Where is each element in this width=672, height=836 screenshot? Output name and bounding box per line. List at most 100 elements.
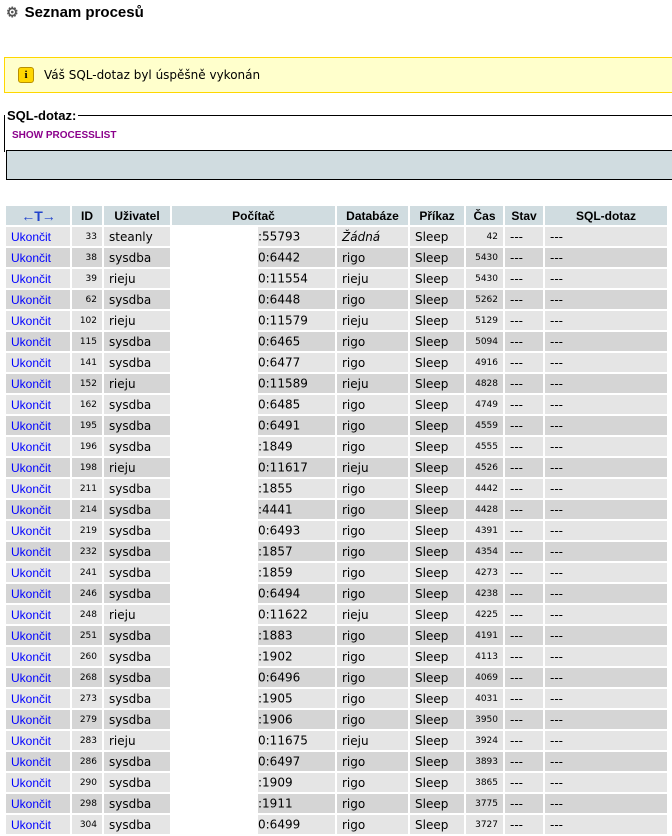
kill-link[interactable]: Ukončit xyxy=(6,773,70,792)
host-port: :1883 xyxy=(258,628,293,643)
kill-link[interactable]: Ukončit xyxy=(6,689,70,708)
process-id: 141 xyxy=(72,353,102,372)
kill-link[interactable]: Ukončit xyxy=(6,269,70,288)
kill-link[interactable]: Ukončit xyxy=(6,542,70,561)
process-host: :1883 xyxy=(172,626,335,645)
kill-link[interactable]: Ukončit xyxy=(6,647,70,666)
process-time: 3775 xyxy=(466,794,503,813)
process-command: Sleep xyxy=(410,563,464,582)
kill-link[interactable]: Ukončit xyxy=(6,458,70,477)
process-command: Sleep xyxy=(410,332,464,351)
process-user: sysdba xyxy=(104,626,170,645)
sql-query-text: SHOW PROCESSLIST xyxy=(12,130,117,141)
process-id: 115 xyxy=(72,332,102,351)
kill-link[interactable]: Ukončit xyxy=(6,731,70,750)
process-state: --- xyxy=(505,668,543,687)
process-db: rigo xyxy=(337,752,408,771)
process-user: sysdba xyxy=(104,563,170,582)
process-time: 4225 xyxy=(466,605,503,624)
redacted-host xyxy=(172,794,258,813)
process-command: Sleep xyxy=(410,353,464,372)
kill-link[interactable]: Ukončit xyxy=(6,521,70,540)
process-command: Sleep xyxy=(410,668,464,687)
kill-link[interactable]: Ukončit xyxy=(6,437,70,456)
host-port: 0:6491 xyxy=(258,418,301,433)
process-state: --- xyxy=(505,437,543,456)
process-user: sysdba xyxy=(104,710,170,729)
process-state: --- xyxy=(505,584,543,603)
process-user: sysdba xyxy=(104,521,170,540)
process-state: --- xyxy=(505,647,543,666)
column-time[interactable]: Čas xyxy=(466,206,503,225)
kill-link[interactable]: Ukončit xyxy=(6,626,70,645)
kill-link[interactable]: Ukončit xyxy=(6,605,70,624)
column-host[interactable]: Počítač xyxy=(172,206,335,225)
host-port: 0:6494 xyxy=(258,586,301,601)
process-time: 5430 xyxy=(466,269,503,288)
process-state: --- xyxy=(505,248,543,267)
redacted-host xyxy=(172,752,258,771)
process-user: rieju xyxy=(104,731,170,750)
page-title-text: Seznam procesů xyxy=(24,3,144,21)
column-user[interactable]: Uživatel xyxy=(104,206,170,225)
process-user: rieju xyxy=(104,311,170,330)
process-state: --- xyxy=(505,542,543,561)
host-port: :1855 xyxy=(258,481,293,496)
redacted-host xyxy=(172,542,258,561)
process-user: sysdba xyxy=(104,647,170,666)
kill-link[interactable]: Ukončit xyxy=(6,227,70,246)
process-command: Sleep xyxy=(410,773,464,792)
kill-link[interactable]: Ukončit xyxy=(6,563,70,582)
kill-link[interactable]: Ukončit xyxy=(6,500,70,519)
kill-link[interactable]: Ukončit xyxy=(6,584,70,603)
process-id: 62 xyxy=(72,290,102,309)
process-info: --- xyxy=(545,458,667,477)
process-db: rigo xyxy=(337,395,408,414)
kill-link[interactable]: Ukončit xyxy=(6,395,70,414)
process-host: 0:6477 xyxy=(172,353,335,372)
kill-link[interactable]: Ukončit xyxy=(6,668,70,687)
column-id[interactable]: ID xyxy=(72,206,102,225)
column-arrows[interactable]: ←T→ xyxy=(6,206,70,225)
process-user: sysdba xyxy=(104,248,170,267)
process-command: Sleep xyxy=(410,710,464,729)
process-time: 42 xyxy=(466,227,503,246)
process-db: rigo xyxy=(337,710,408,729)
kill-link[interactable]: Ukončit xyxy=(6,353,70,372)
column-command[interactable]: Příkaz xyxy=(410,206,464,225)
kill-link[interactable]: Ukončit xyxy=(6,416,70,435)
process-db: rigo xyxy=(337,668,408,687)
column-info[interactable]: SQL-dotaz xyxy=(545,206,667,225)
host-port: 0:6477 xyxy=(258,355,301,370)
process-state: --- xyxy=(505,731,543,750)
process-info: --- xyxy=(545,290,667,309)
process-host: 0:6485 xyxy=(172,395,335,414)
kill-link[interactable]: Ukončit xyxy=(6,752,70,771)
process-user: sysdba xyxy=(104,416,170,435)
process-db: rigo xyxy=(337,794,408,813)
column-state[interactable]: Stav xyxy=(505,206,543,225)
host-port: :1849 xyxy=(258,439,293,454)
process-id: 39 xyxy=(72,269,102,288)
process-state: --- xyxy=(505,521,543,540)
process-id: 152 xyxy=(72,374,102,393)
column-db[interactable]: Databáze xyxy=(337,206,408,225)
host-port: 0:6485 xyxy=(258,397,301,412)
kill-link[interactable]: Ukončit xyxy=(6,374,70,393)
kill-link[interactable]: Ukončit xyxy=(6,815,70,834)
kill-link[interactable]: Ukončit xyxy=(6,311,70,330)
kill-link[interactable]: Ukončit xyxy=(6,290,70,309)
process-info: --- xyxy=(545,668,667,687)
kill-link[interactable]: Ukončit xyxy=(6,794,70,813)
redacted-host xyxy=(172,353,258,372)
process-command: Sleep xyxy=(410,542,464,561)
kill-link[interactable]: Ukončit xyxy=(6,479,70,498)
process-state: --- xyxy=(505,458,543,477)
process-state: --- xyxy=(505,269,543,288)
kill-link[interactable]: Ukončit xyxy=(6,332,70,351)
process-state: --- xyxy=(505,311,543,330)
kill-link[interactable]: Ukončit xyxy=(6,710,70,729)
table-row: Ukončit 33 steanly:55793 Žádná Sleep 42 --- --- xyxy=(6,227,667,246)
process-db: rieju xyxy=(337,458,408,477)
kill-link[interactable]: Ukončit xyxy=(6,248,70,267)
